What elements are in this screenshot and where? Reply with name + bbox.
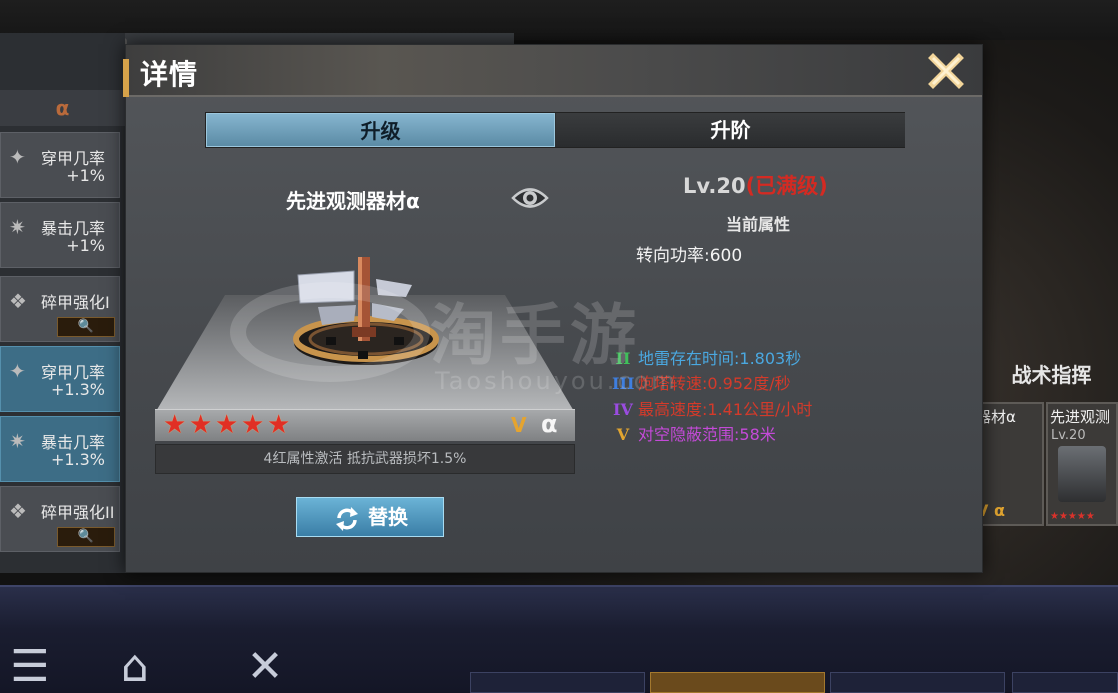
tier-2-icon: II [615, 349, 631, 368]
background-list-item[interactable]: ❖ 碎甲强化II 🔍 [0, 486, 120, 552]
list-item-value: +1% [66, 166, 105, 185]
replace-button[interactable]: 替换 [296, 497, 444, 537]
eye-icon[interactable] [511, 183, 549, 213]
card-level: Lv.20 [1051, 428, 1086, 443]
stats-heading: 当前属性 [726, 215, 791, 234]
base-stat: 转向功率:600 [636, 246, 743, 266]
card-name: 先进观测 [1050, 408, 1111, 426]
background-list-item[interactable]: ✦ 穿甲几率 +1% [0, 132, 120, 198]
background-equipment-card[interactable]: 先进观测 Lv.20 ★★★★★ [1046, 402, 1118, 526]
armor-break-icon: ❖ [9, 499, 27, 523]
tier-stat-row: V 对空隐蔽范围:58米 [612, 421, 776, 445]
replace-label: 替换 [368, 505, 408, 529]
list-item-value: +1% [66, 236, 105, 255]
list-item-value: +1.3% [50, 380, 105, 399]
magnify-button[interactable]: 🔍 [57, 527, 115, 547]
bottom-slot[interactable] [830, 672, 1005, 693]
item-name: 先进观测器材α [286, 189, 420, 213]
tier-stat-row: II 地雷存在时间:1.803秒 [612, 345, 802, 369]
tab-upgrade[interactable]: 升级 [206, 113, 555, 147]
card-stars: ★★★★★ [1050, 511, 1095, 522]
tier-3-icon: III [612, 374, 635, 393]
close-icon [928, 53, 964, 89]
armor-break-icon: ❖ [9, 289, 27, 313]
bullet-icon: ✦ [9, 145, 26, 169]
title-accent [123, 59, 129, 97]
crit-icon: ✷ [9, 429, 26, 453]
dialog-tabs: 升级 升阶 [205, 112, 905, 148]
equipment-thumbnail [1058, 446, 1106, 502]
list-item-name: 碎甲强化I [41, 293, 110, 312]
tier-stat-text: 最高速度:1.41公里/小时 [638, 400, 813, 419]
level-display: Lv.20(已满级) [683, 170, 828, 200]
card-name: 器材α [976, 408, 1016, 426]
bottom-slot[interactable] [1012, 672, 1118, 693]
bullet-icon: ✦ [9, 359, 26, 383]
crit-icon: ✷ [9, 215, 26, 239]
star-icon: ★ [189, 410, 213, 440]
star-icon: ★ [215, 410, 239, 440]
bottom-slot[interactable] [470, 672, 645, 693]
background-alpha-label: α [0, 90, 125, 126]
close-button[interactable] [926, 51, 966, 91]
dialog-titlebar: 详情 [123, 45, 982, 97]
star-icon: ★ [267, 410, 291, 440]
level-status: (已满级) [745, 174, 828, 198]
background-list-item[interactable]: ❖ 碎甲强化I 🔍 [0, 276, 120, 342]
observation-equipment-icon [293, 257, 439, 365]
magnify-button[interactable]: 🔍 [57, 317, 115, 337]
tools-nav-icon[interactable]: ✕ [235, 640, 295, 693]
star-icon: ★ [241, 410, 265, 440]
list-nav-icon[interactable]: ☰ [0, 640, 60, 693]
set-bonus-text: 4红属性激活 抵抗武器损坏1.5% [155, 444, 575, 474]
list-item-name: 碎甲强化II [41, 503, 115, 522]
star-icon: ★ [163, 410, 187, 440]
list-item-value: +1.3% [50, 450, 105, 469]
tab-advance[interactable]: 升阶 [556, 113, 905, 147]
garage-nav-icon[interactable]: ⌂ [105, 640, 165, 693]
tier-5-icon: V [616, 425, 630, 444]
background-list-item[interactable]: ✷ 暴击几率 +1.3% [0, 416, 120, 482]
refresh-icon [336, 506, 358, 531]
tier-stat-text: 地雷存在时间:1.803秒 [638, 349, 802, 368]
background-list-item[interactable]: ✷ 暴击几率 +1% [0, 202, 120, 268]
tier-stat-row: IV 最高速度:1.41公里/小时 [612, 396, 812, 420]
item-rating-bar: ★ ★ ★ ★ ★ V α [155, 409, 575, 441]
tier-stat-row: III 炮塔转速:0.952度/秒 [612, 370, 791, 394]
dialog-title: 详情 [140, 58, 199, 91]
detail-dialog: 详情 升级 升阶 先进观测器材α ★ ★ ★ ★ ★ V α 4红属性激活 抵抗… [123, 44, 983, 573]
tier-4-icon: IV [613, 400, 633, 419]
grade-mark: V [511, 413, 527, 437]
background-right-title: 战术指挥 [1011, 363, 1092, 387]
alpha-mark: α [541, 410, 558, 438]
level-value: Lv.20 [683, 174, 746, 198]
background-list-item[interactable]: ✦ 穿甲几率 +1.3% [0, 346, 120, 412]
tier-stat-text: 炮塔转速:0.952度/秒 [638, 374, 791, 393]
bottom-slot[interactable] [650, 672, 825, 693]
tier-stat-text: 对空隐蔽范围:58米 [638, 425, 776, 444]
